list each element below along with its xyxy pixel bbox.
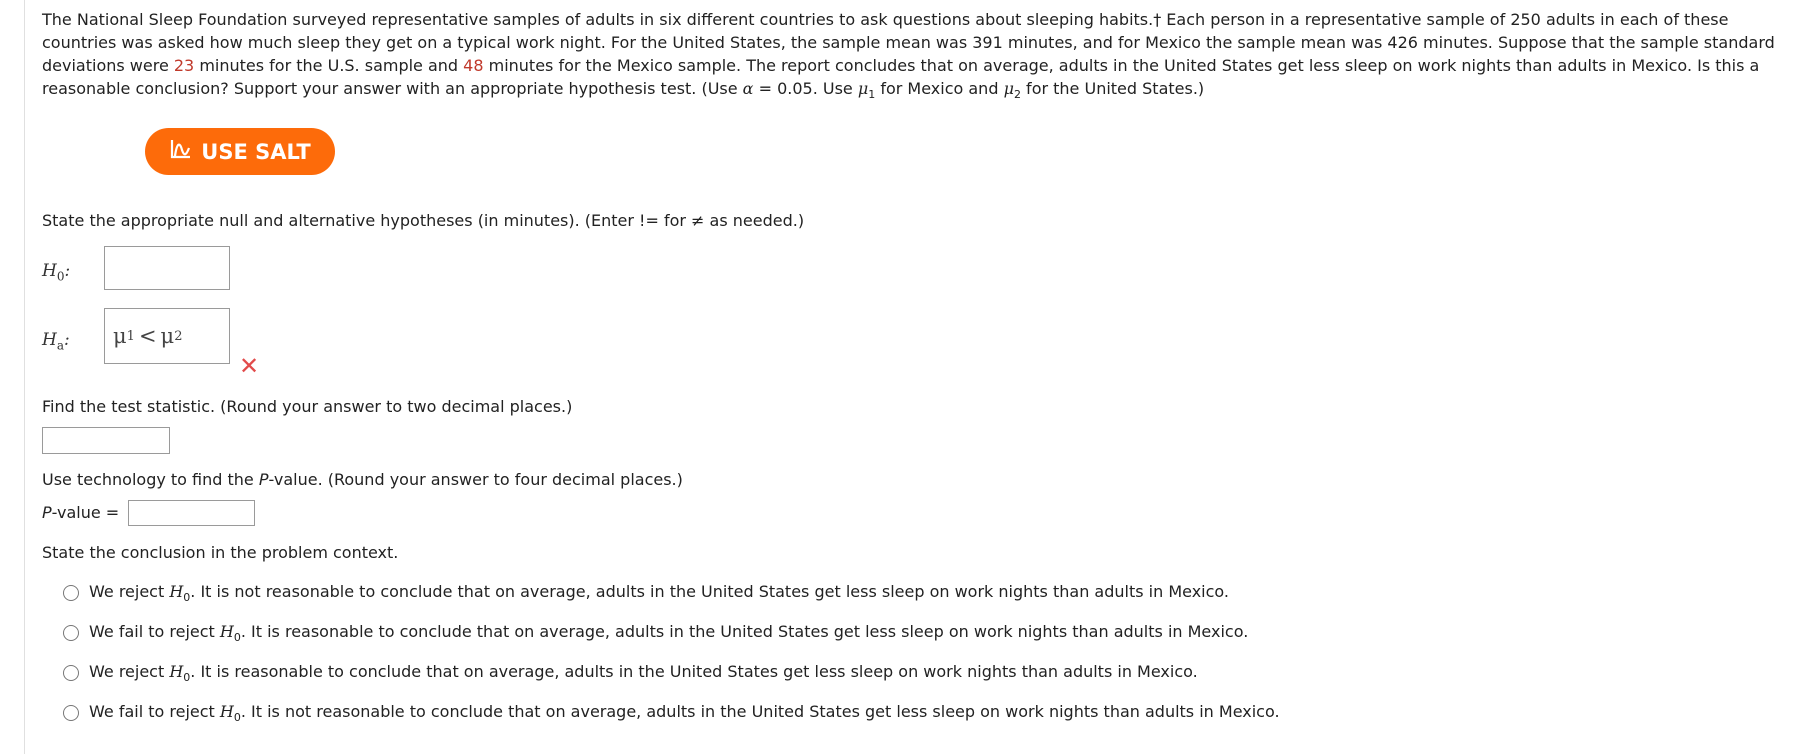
option-1-post: . It is not reasonable to conclude that … [190, 581, 1230, 601]
h0-label: H0: [42, 261, 71, 284]
option-label: We reject H0. It is not reasonable to co… [89, 582, 1229, 604]
option-label: We reject H0. It is reasonable to conclu… [89, 662, 1198, 684]
option-3-pre: We reject [89, 661, 170, 681]
ha-mu-2: μ [160, 324, 175, 348]
problem-statement: The National Sleep Foundation surveyed r… [42, 8, 1802, 106]
radio-button[interactable] [63, 625, 79, 641]
ha-operator: < [138, 324, 157, 348]
ha-mu-1: μ [113, 324, 127, 348]
problem-text-2: minutes for the U.S. sample and [194, 56, 464, 75]
alpha-symbol: α [742, 79, 754, 98]
mu-symbol-2: μ [1003, 79, 1014, 98]
sd-us-value: 23 [173, 56, 195, 75]
p-value-prompt-italic: P [258, 470, 269, 489]
problem-container: The National Sleep Foundation surveyed r… [42, 8, 1802, 106]
ha-sub-1: 1 [126, 328, 135, 344]
use-salt-label: USE SALT [201, 139, 311, 164]
x-mark-icon: ✕ [239, 352, 260, 380]
p-value-prompt: Use technology to find the P-value. (Rou… [42, 470, 683, 489]
use-salt-button[interactable]: USE SALT [145, 128, 335, 175]
ha-letter: H [42, 330, 57, 350]
test-statistic-prompt: Find the test statistic. (Round your ans… [42, 397, 573, 416]
option-4-pre: We fail to reject [89, 701, 220, 721]
option-2-post: . It is reasonable to conclude that on a… [240, 621, 1249, 641]
salt-icon [169, 138, 193, 165]
test-statistic-input[interactable] [42, 427, 170, 454]
h0-input[interactable] [104, 246, 230, 290]
radio-button[interactable] [63, 665, 79, 681]
h0-subscript: 0 [56, 269, 65, 284]
p-value-label-italic: P [42, 503, 52, 522]
radio-button[interactable] [63, 585, 79, 601]
sd-mexico-value: 48 [463, 56, 484, 75]
ha-subscript: a [56, 338, 64, 353]
option-label: We fail to reject H0. It is not reasonab… [89, 702, 1280, 724]
ha-input[interactable]: μ1 < μ2 [104, 308, 230, 364]
problem-text-4: for Mexico and [875, 79, 1004, 98]
p-value-label: P-value = [42, 503, 119, 522]
option-4-post: . It is not reasonable to conclude that … [240, 701, 1280, 721]
ha-label: Ha: [42, 330, 70, 353]
p-value-input[interactable] [128, 500, 255, 526]
option-label: We fail to reject H0. It is reasonable t… [89, 622, 1248, 644]
hypotheses-prompt: State the appropriate null and alternati… [42, 211, 805, 230]
h0-letter: H [42, 261, 57, 281]
option-1-pre: We reject [89, 581, 170, 601]
option-4-sub: 0 [233, 711, 241, 725]
mu-subscript-2: 2 [1013, 88, 1021, 102]
alpha-value-text: = 0.05. Use [753, 79, 858, 98]
option-2-h: H [219, 621, 234, 641]
radio-button[interactable] [63, 705, 79, 721]
p-value-prompt-pre: Use technology to find the [42, 470, 259, 489]
conclusion-option-4[interactable]: We fail to reject H0. It is not reasonab… [63, 693, 1280, 733]
option-2-sub: 0 [233, 631, 241, 645]
option-1-h: H [169, 581, 184, 601]
option-3-h: H [169, 661, 184, 681]
p-value-prompt-post: -value. (Round your answer to four decim… [268, 470, 683, 489]
p-value-label-rest: -value = [51, 503, 120, 522]
ha-sub-2: 2 [174, 328, 183, 344]
mu-symbol-1: μ [857, 79, 869, 98]
option-3-post: . It is reasonable to conclude that on a… [190, 661, 1198, 681]
conclusion-option-1[interactable]: We reject H0. It is not reasonable to co… [63, 573, 1280, 613]
left-border [24, 0, 25, 754]
problem-text-5: for the United States.) [1020, 79, 1205, 98]
conclusion-prompt: State the conclusion in the problem cont… [42, 543, 399, 562]
conclusion-option-2[interactable]: We fail to reject H0. It is reasonable t… [63, 613, 1280, 653]
conclusion-option-3[interactable]: We reject H0. It is reasonable to conclu… [63, 653, 1280, 693]
conclusion-options: We reject H0. It is not reasonable to co… [63, 573, 1280, 733]
option-2-pre: We fail to reject [89, 621, 220, 641]
option-4-h: H [219, 701, 234, 721]
